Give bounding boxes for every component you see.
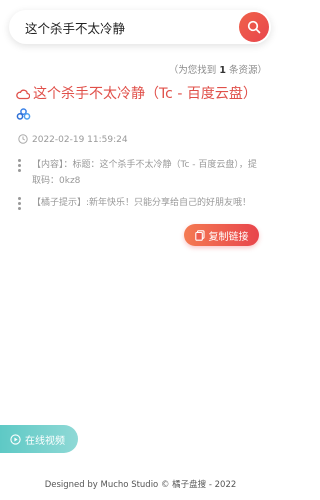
result-time: 2022-02-19 11:59:24 [18, 132, 128, 148]
more-dots-icon [18, 197, 21, 210]
footer: Designed by Mucho Studio © 橘子盘搜 - 2022 [44, 480, 237, 490]
result-time-text: 2022-02-19 11:59:24 [32, 135, 128, 145]
online-video-button[interactable]: 在线视频 [0, 425, 78, 453]
baidu-cloud-icon [16, 108, 31, 120]
search-bar [9, 10, 271, 44]
result-content-text: 【内容】：标题：这个杀手不太冷静（Tc - 百度云盘），提取码：0kz8 [32, 160, 257, 186]
result-count-suffix: 条资源） [228, 65, 267, 76]
more-dots-icon [18, 159, 21, 172]
cloud-icon [16, 89, 30, 100]
copy-link-button[interactable]: 复制链接 [184, 224, 259, 246]
search-button[interactable] [239, 12, 269, 42]
result-content: 【内容】：标题：这个杀手不太冷静（Tc - 百度云盘），提取码：0kz8 [18, 157, 263, 189]
copy-link-label: 复制链接 [208, 231, 249, 243]
result-count-number: 1 [219, 65, 226, 76]
clock-icon [18, 134, 28, 144]
search-icon [247, 20, 261, 34]
result-hint: 【橘子提示】:新年快乐！只能分享给自己的好朋友哦！ [18, 195, 263, 211]
result-title[interactable]: 这个杀手不太冷静（Tc - 百度云盘） [16, 84, 276, 104]
play-circle-icon [10, 433, 21, 445]
search-input[interactable] [25, 18, 235, 36]
copy-icon [194, 229, 205, 241]
online-video-label: 在线视频 [25, 435, 65, 447]
result-hint-text: 【橘子提示】:新年快乐！只能分享给自己的好朋友哦！ [32, 198, 252, 208]
result-title-text: 这个杀手不太冷静（Tc - 百度云盘） [33, 86, 257, 102]
result-count: （为您找到 1 条资源） [169, 62, 267, 76]
result-count-prefix: （为您找到 [168, 65, 217, 76]
